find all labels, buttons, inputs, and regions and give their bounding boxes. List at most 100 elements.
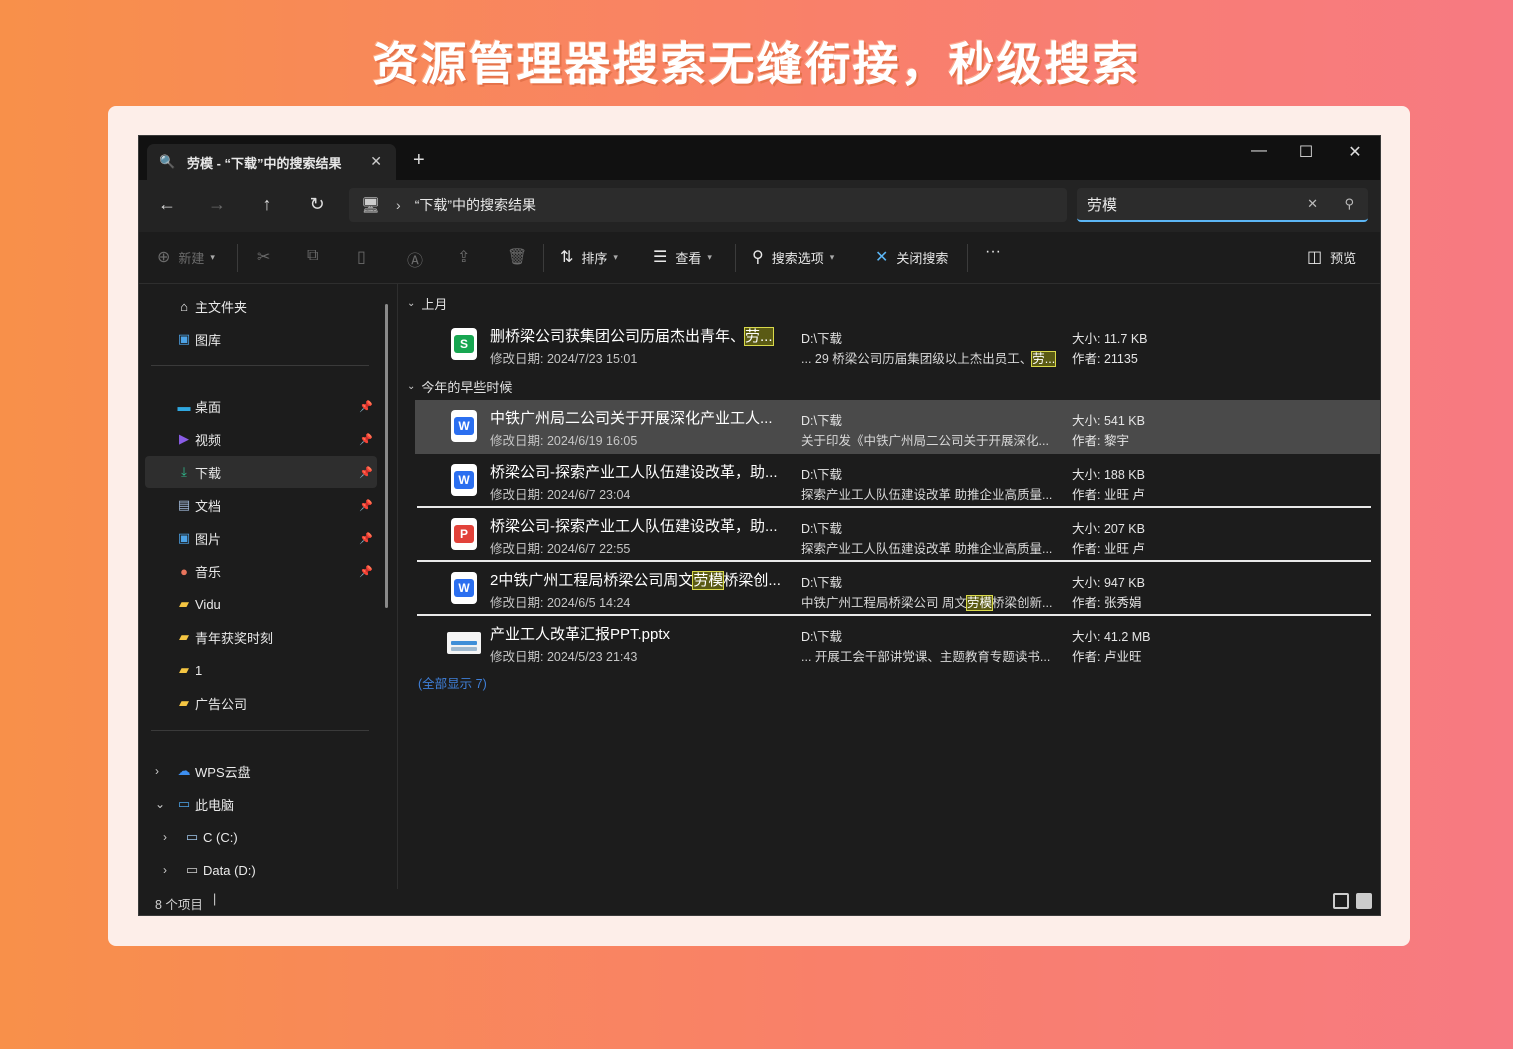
pin-icon[interactable]: 📌 xyxy=(359,400,373,413)
sidebar-item-label: 视频 xyxy=(195,432,222,448)
chevron-down-icon: ⌄ xyxy=(407,381,416,392)
more-options-button[interactable]: ··· xyxy=(985,243,1001,261)
forward-button[interactable]: → xyxy=(205,194,229,215)
search-options-button[interactable]: ⚲ 搜索选项 ▾ xyxy=(752,247,834,267)
list-item[interactable]: 产业工人改革汇报PPT.pptx 修改日期: 2024/5/23 21:43 D… xyxy=(415,616,1380,670)
file-location: D:\下载 xyxy=(801,332,842,346)
sidebar-item-documents[interactable]: ▤ 文档 📌 xyxy=(145,489,377,521)
copy-button[interactable]: ⧉ xyxy=(307,247,326,265)
list-item[interactable]: S 删桥梁公司获集团公司历届杰出青年、劳... 修改日期: 2024/7/23 … xyxy=(415,318,1380,372)
home-icon: ⌂ xyxy=(180,298,188,314)
file-size: 大小: 41.2 MB xyxy=(1072,630,1151,644)
share-icon: ⇪ xyxy=(457,249,471,266)
cut-button[interactable]: ✂ xyxy=(257,247,278,267)
view-button[interactable]: ☰ 查看 ▾ xyxy=(653,247,712,267)
sidebar-item-music[interactable]: ● 音乐 📌 xyxy=(145,555,377,587)
presentation-file-icon xyxy=(447,632,481,654)
group-header-earlier-this-year[interactable]: ⌄ 今年的早些时候 xyxy=(407,377,512,396)
search-box[interactable]: 劳模 ✕ ⚲ xyxy=(1077,188,1368,222)
sidebar-item-this-pc[interactable]: ⌄ ▭ 此电脑 xyxy=(145,788,377,820)
sidebar-item-desktop[interactable]: ▬ 桌面 📌 xyxy=(145,390,377,422)
chevron-down-icon[interactable]: ⌄ xyxy=(155,797,165,811)
download-icon: ⤓ xyxy=(181,464,187,479)
show-all-link[interactable]: (全部显示 7) xyxy=(418,673,487,692)
sidebar-item-folder-1[interactable]: ▰ 1 xyxy=(145,654,377,686)
address-bar[interactable]: 🖥 › “下载”中的搜索结果 xyxy=(349,188,1067,222)
sidebar-item-wps-cloud[interactable]: › ☁ WPS云盘 xyxy=(145,755,377,787)
sidebar-item-label: 文档 xyxy=(195,498,222,514)
chevron-right-icon[interactable]: › xyxy=(163,830,167,844)
details-view-icon[interactable] xyxy=(1333,893,1349,909)
sidebar-item-label: 图库 xyxy=(195,332,222,348)
pin-icon[interactable]: 📌 xyxy=(359,499,373,512)
refresh-button[interactable]: ↻ xyxy=(305,194,329,215)
sort-button[interactable]: ⇅ 排序 ▾ xyxy=(560,247,618,267)
sidebar-item-vidu[interactable]: ▰ Vidu xyxy=(145,588,377,620)
clear-search-icon[interactable]: ✕ xyxy=(1307,196,1318,212)
close-search-button[interactable]: ✕ 关闭搜索 xyxy=(875,247,948,267)
sidebar-item-gallery[interactable]: ▣ 图库 xyxy=(145,323,377,355)
list-item[interactable]: W 2中铁广州工程局桥梁公司周文劳模桥梁创... 修改日期: 2024/6/5 … xyxy=(415,562,1380,616)
sidebar-item-label: Vidu xyxy=(195,596,221,612)
file-author: 作者: 21135 xyxy=(1072,352,1138,366)
group-header-last-month[interactable]: ⌄ 上月 xyxy=(407,294,447,313)
clipboard-icon: ▯ xyxy=(357,249,366,266)
sidebar-item-youth-award[interactable]: ▰ 青年获奖时刻 xyxy=(145,621,377,653)
sidebar-item-downloads[interactable]: ⤓ 下载 📌 xyxy=(145,456,377,488)
share-button[interactable]: ⇪ xyxy=(457,247,478,267)
minimize-button[interactable]: — xyxy=(1249,142,1269,160)
sidebar-item-drive-d[interactable]: › ▭ Data (D:) xyxy=(145,854,377,886)
preview-pane-icon: ◫ xyxy=(1307,249,1323,266)
up-button[interactable]: ↑ xyxy=(255,194,279,215)
pane-divider[interactable] xyxy=(397,284,398,892)
list-item-selected[interactable]: W 中铁广州局二公司关于开展深化产业工人... 修改日期: 2024/6/19 … xyxy=(415,400,1380,454)
sidebar-item-label: 主文件夹 xyxy=(195,299,248,315)
back-button[interactable]: ← xyxy=(155,194,179,215)
sort-label: 排序 xyxy=(581,250,608,266)
search-input[interactable]: 劳模 xyxy=(1087,194,1117,215)
folder-icon: ▰ xyxy=(179,695,189,710)
list-item[interactable]: P 桥梁公司-探索产业工人队伍建设改革，助... 修改日期: 2024/6/7 … xyxy=(415,508,1380,562)
word-file-icon: W xyxy=(451,464,477,496)
tab-close-icon[interactable]: ✕ xyxy=(370,153,382,170)
chevron-right-icon[interactable]: › xyxy=(396,197,401,213)
search-highlight: 劳模 xyxy=(965,595,994,611)
pin-icon[interactable]: 📌 xyxy=(359,565,373,578)
tiles-view-icon[interactable] xyxy=(1356,893,1372,909)
paste-button[interactable]: ▯ xyxy=(357,247,374,267)
sidebar-scrollbar[interactable] xyxy=(385,304,388,608)
search-highlight: 劳... xyxy=(1031,351,1057,367)
preview-button[interactable]: ◫ 预览 xyxy=(1307,247,1356,267)
delete-button[interactable]: 🗑 xyxy=(507,247,535,267)
rename-button[interactable]: Ⓐ xyxy=(407,247,431,271)
sidebar-item-pictures[interactable]: ▣ 图片 📌 xyxy=(145,522,377,554)
word-file-icon: W xyxy=(451,572,477,604)
chevron-down-icon: ⌄ xyxy=(407,298,416,309)
file-location: D:\下载 xyxy=(801,468,842,482)
tab-title: 劳模 - “下载”中的搜索结果 xyxy=(187,155,342,171)
list-item[interactable]: W 桥梁公司-探索产业工人队伍建设改革，助... 修改日期: 2024/6/7 … xyxy=(415,454,1380,508)
plus-circle-icon: ⊕ xyxy=(157,249,171,266)
status-bar: 8 个项目 | xyxy=(139,889,1380,915)
sidebar-item-videos[interactable]: ▶ 视频 📌 xyxy=(145,423,377,455)
file-snippet: ... 开展工会干部讲党课、主题教育专题读书... xyxy=(801,650,1051,664)
file-author: 作者: 张秀娟 xyxy=(1072,596,1142,610)
file-snippet: ... 29 桥梁公司历届集团级以上杰出员工、劳... xyxy=(801,351,1057,367)
pin-icon[interactable]: 📌 xyxy=(359,466,373,479)
file-name: 中铁广州局二公司关于开展深化产业工人... xyxy=(490,410,773,427)
maximize-button[interactable]: ☐ xyxy=(1296,142,1316,162)
sidebar-item-label: WPS云盘 xyxy=(195,764,251,780)
search-icon[interactable]: ⚲ xyxy=(1344,196,1354,212)
new-button[interactable]: ⊕ 新建 ▾ xyxy=(157,247,215,267)
new-tab-button[interactable]: + xyxy=(413,149,425,172)
close-window-button[interactable]: ✕ xyxy=(1345,142,1365,162)
sidebar-item-drive-c[interactable]: › ▭ C (C:) xyxy=(145,821,377,853)
file-date: 修改日期: 2024/6/7 22:55 xyxy=(490,542,631,556)
tab-search-results[interactable]: 🔍 劳模 - “下载”中的搜索结果 ✕ xyxy=(147,144,396,180)
pin-icon[interactable]: 📌 xyxy=(359,532,373,545)
sidebar-item-ad-company[interactable]: ▰ 广告公司 xyxy=(145,687,377,719)
pin-icon[interactable]: 📌 xyxy=(359,433,373,446)
chevron-right-icon[interactable]: › xyxy=(163,863,167,877)
sidebar-item-home[interactable]: ⌂ 主文件夹 xyxy=(145,290,377,322)
chevron-right-icon[interactable]: › xyxy=(155,764,159,778)
